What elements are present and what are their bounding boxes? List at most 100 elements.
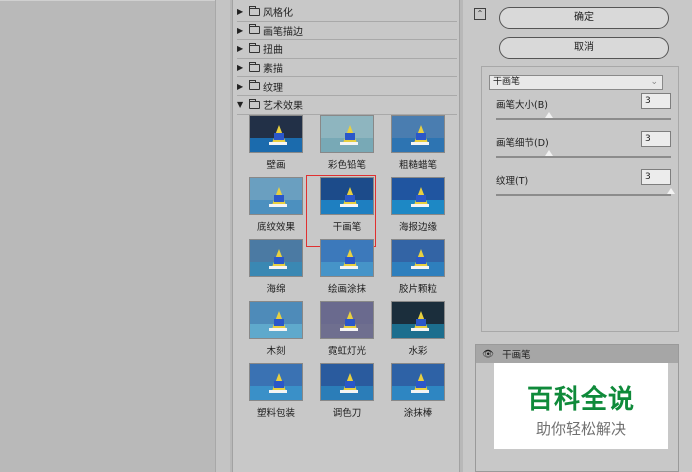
- filter-preview-image: [249, 115, 303, 153]
- filter-thumbnail[interactable]: 塑料包装: [241, 363, 311, 425]
- triangle-right-icon: ▶: [237, 44, 244, 54]
- param-slider-knob[interactable]: [667, 188, 675, 194]
- filter-settings-panel: ⌃ 确定 取消 干画笔 ⌄ 画笔大小(B) 3 画笔细节(D) 3 纹理(T) 3 👁 干…: [463, 0, 692, 472]
- filter-thumbnail[interactable]: 底纹效果: [241, 177, 311, 239]
- eye-icon[interactable]: 👁: [482, 349, 494, 360]
- cancel-button[interactable]: 取消: [499, 37, 669, 59]
- filter-category[interactable]: ▶ 画笔描边: [237, 22, 457, 41]
- filter-thumbnail[interactable]: 绘画涂抹: [312, 239, 382, 301]
- triangle-right-icon: ▶: [237, 81, 244, 91]
- filter-preview-image: [320, 239, 374, 277]
- filter-thumbnail[interactable]: 粗糙蜡笔: [383, 115, 453, 177]
- filter-select-value: 干画笔: [493, 77, 521, 87]
- filter-thumbnail-label: 彩色铅笔: [327, 160, 366, 171]
- folder-icon: [249, 24, 260, 35]
- filter-category[interactable]: ▶ 扭曲: [237, 40, 457, 59]
- triangle-down-icon: ▼: [237, 100, 244, 110]
- filter-thumbnail-label: 塑料包装: [256, 408, 295, 419]
- triangle-right-icon: ▶: [237, 7, 244, 17]
- filter-thumbnail[interactable]: 霓虹灯光: [312, 301, 382, 363]
- filter-thumbnail-label: 绘画涂抹: [327, 284, 366, 295]
- filter-preview-image: [249, 177, 303, 215]
- param-label: 纹理(T): [496, 176, 529, 187]
- filter-params-panel: 干画笔 ⌄ 画笔大小(B) 3 画笔细节(D) 3 纹理(T) 3: [481, 66, 679, 332]
- filter-preview-image: [320, 115, 374, 153]
- filter-browser: ▶ 风格化 ▶ 画笔描边 ▶ 扭曲 ▶ 素描 ▶ 纹理 ▼ 艺术效果 壁画 彩色铅笔 粗糙蜡笔 底纹效果 干画…: [232, 0, 460, 472]
- filter-category-label: 风格化: [263, 8, 293, 20]
- filter-category-label: 扭曲: [263, 45, 283, 57]
- filter-category[interactable]: ▼ 艺术效果: [237, 96, 457, 115]
- filter-thumbnail-label: 壁画: [266, 160, 286, 171]
- filter-thumbnail-label: 涂抹棒: [403, 408, 433, 419]
- folder-icon: [249, 80, 260, 91]
- param-label: 画笔细节(D): [496, 138, 549, 149]
- filter-thumbnail-grid: 壁画 彩色铅笔 粗糙蜡笔底纹效果 干画笔 海报边缘海绵 绘画涂抹 胶片颗粒木刻 霓虹灯光 水彩塑…: [241, 115, 453, 425]
- filter-category[interactable]: ▶ 素描: [237, 59, 457, 78]
- filter-thumbnail-label: 海报边缘: [398, 222, 437, 233]
- filter-category-label: 画笔描边: [263, 26, 303, 38]
- category-list: ▶ 风格化 ▶ 画笔描边 ▶ 扭曲 ▶ 素描 ▶ 纹理 ▼ 艺术效果: [237, 3, 457, 115]
- triangle-right-icon: ▶: [237, 63, 244, 73]
- filter-category[interactable]: ▶ 风格化: [237, 3, 457, 22]
- effect-layer-label: 干画笔: [502, 350, 531, 361]
- filter-thumbnail[interactable]: 海报边缘: [383, 177, 453, 239]
- filter-preview-image: [320, 301, 374, 339]
- filter-thumbnail-label: 胶片颗粒: [398, 284, 437, 295]
- filter-thumbnail-label: 调色刀: [332, 408, 362, 419]
- filter-category[interactable]: ▶ 纹理: [237, 77, 457, 96]
- watermark: 百科全说 助你轻松解决: [494, 363, 668, 449]
- filter-thumbnail[interactable]: 海绵: [241, 239, 311, 301]
- param-slider-knob[interactable]: [544, 112, 553, 118]
- watermark-title: 百科全说: [526, 385, 635, 415]
- folder-icon: [249, 42, 260, 53]
- chevron-up-icon[interactable]: ⌃: [474, 8, 486, 20]
- filter-preview-image: [249, 363, 303, 401]
- param-value-input[interactable]: 3: [641, 169, 671, 185]
- filter-preview-image: [391, 177, 445, 215]
- param-label: 画笔大小(B): [496, 100, 548, 111]
- param-slider-track[interactable]: [496, 156, 671, 158]
- filter-thumbnail[interactable]: 壁画: [241, 115, 311, 177]
- filter-thumbnail[interactable]: 水彩: [383, 301, 453, 363]
- filter-category-label: 纹理: [263, 82, 283, 94]
- ok-button[interactable]: 确定: [499, 7, 669, 29]
- filter-thumbnail-label: 粗糙蜡笔: [398, 160, 437, 171]
- filter-select[interactable]: 干画笔 ⌄: [489, 75, 663, 90]
- watermark-subtitle: 助你轻松解决: [535, 420, 626, 438]
- effect-layer-row[interactable]: 👁 干画笔: [476, 345, 678, 363]
- filter-preview-image: [391, 239, 445, 277]
- filter-preview-image: [320, 363, 374, 401]
- filter-category-label: 艺术效果: [263, 101, 303, 113]
- filter-thumbnail-label: 干画笔: [332, 222, 362, 233]
- filter-thumbnail-label: 底纹效果: [256, 222, 295, 233]
- param-slider-track[interactable]: [496, 194, 671, 196]
- filter-thumbnail[interactable]: 胶片颗粒: [383, 239, 453, 301]
- filter-thumbnail-label: 木刻: [266, 346, 286, 357]
- param-value-input[interactable]: 3: [641, 93, 671, 109]
- filter-preview-image: [391, 301, 445, 339]
- filter-preview-image: [249, 301, 303, 339]
- preview-scroll-edge: [215, 0, 230, 472]
- chevron-down-icon: ⌄: [650, 77, 658, 87]
- folder-icon: [249, 61, 260, 72]
- filter-thumbnail[interactable]: 彩色铅笔: [312, 115, 382, 177]
- param-slider-knob[interactable]: [544, 150, 553, 156]
- filter-preview-image: [249, 239, 303, 277]
- effect-layers-panel: 👁 干画笔 百科全说 助你轻松解决: [475, 344, 679, 472]
- filter-thumbnail[interactable]: 调色刀: [312, 363, 382, 425]
- folder-icon: [249, 98, 260, 109]
- preview-area[interactable]: [0, 0, 215, 472]
- filter-thumbnail-label: 霓虹灯光: [327, 346, 366, 357]
- filter-thumbnail-label: 水彩: [408, 346, 428, 357]
- filter-thumbnail[interactable]: 木刻: [241, 301, 311, 363]
- filter-preview-image: [391, 363, 445, 401]
- filter-preview-image: [391, 115, 445, 153]
- param-value-input[interactable]: 3: [641, 131, 671, 147]
- param-slider-track[interactable]: [496, 118, 671, 120]
- filter-thumbnail[interactable]: 干画笔: [306, 175, 382, 247]
- triangle-right-icon: ▶: [237, 25, 244, 35]
- filter-thumbnail-label: 海绵: [266, 284, 286, 295]
- filter-preview-image: [320, 177, 374, 215]
- folder-icon: [249, 5, 260, 16]
- filter-thumbnail[interactable]: 涂抹棒: [383, 363, 453, 425]
